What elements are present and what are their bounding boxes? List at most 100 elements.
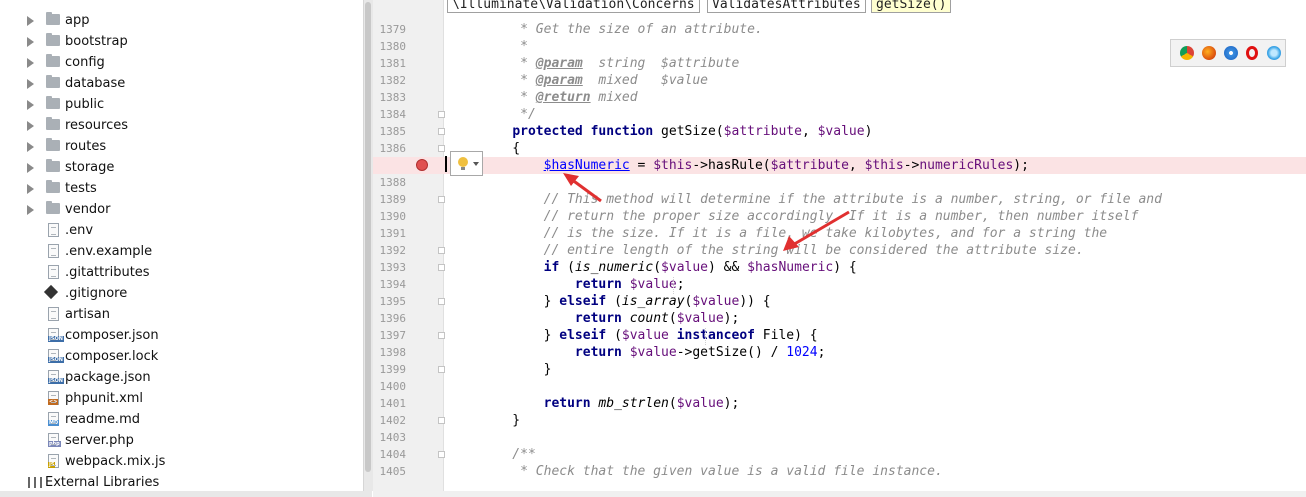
fold-marker-icon[interactable] (438, 111, 445, 118)
breadcrumb-namespace[interactable]: \Illuminate\Validation\Concerns (447, 0, 700, 13)
intention-actions-button[interactable] (445, 151, 483, 176)
line-number: 1392 (379, 244, 407, 257)
tree-file[interactable]: JSON package.json (0, 367, 362, 388)
tree-item-label: composer.lock (65, 349, 159, 364)
tree-file[interactable]: <> phpunit.xml (0, 388, 362, 409)
tree-item-label: phpunit.xml (65, 391, 144, 406)
tree-file[interactable]: .env (0, 220, 362, 241)
chevron-right-icon[interactable] (27, 37, 34, 47)
tree-item-label: routes (65, 139, 107, 154)
fold-marker-icon[interactable] (438, 145, 445, 152)
fold-marker-icon[interactable] (438, 417, 445, 424)
fold-marker-icon[interactable] (438, 332, 445, 339)
chevron-right-icon[interactable] (27, 16, 34, 26)
tree-file[interactable]: .gitignore (0, 283, 362, 304)
line-number: 1394 (379, 278, 407, 291)
tree-item-label: External Libraries (45, 475, 160, 490)
tree-item-label: config (65, 55, 105, 70)
tree-folder-public[interactable]: public (0, 94, 362, 115)
line-number: 1380 (379, 40, 407, 53)
tree-file[interactable]: JSON composer.lock (0, 346, 362, 367)
text-file-icon (48, 244, 59, 258)
code-line: } elseif ($value instanceof File) { (481, 328, 818, 343)
code-line: return mb_strlen($value); (543, 396, 740, 411)
line-number: 1395 (379, 295, 407, 308)
tree-file[interactable]: artisan (0, 304, 362, 325)
chevron-right-icon[interactable] (27, 205, 34, 215)
folder-icon (46, 138, 60, 151)
line-number: 1381 (379, 57, 407, 70)
tree-file[interactable]: JS webpack.mix.js (0, 451, 362, 472)
file-type-badge: php (48, 441, 61, 447)
chevron-right-icon[interactable] (27, 163, 34, 173)
lightbulb-icon (458, 157, 468, 170)
fold-marker-icon[interactable] (438, 128, 445, 135)
tree-file[interactable]: JSON composer.json (0, 325, 362, 346)
firefox-icon[interactable] (1202, 46, 1216, 60)
library-icon (28, 477, 42, 488)
file-type-badge: JSON (48, 357, 64, 363)
line-number: 1386 (379, 142, 407, 155)
tree-file[interactable]: .env.example (0, 241, 362, 262)
tree-folder-database[interactable]: database (0, 73, 362, 94)
tree-folder-config[interactable]: config (0, 52, 362, 73)
tree-folder-storage[interactable]: storage (0, 157, 362, 178)
breadcrumb-method[interactable]: getSize() (871, 0, 952, 13)
tree-folder-tests[interactable]: tests (0, 178, 362, 199)
tree-file[interactable]: .gitattributes (0, 262, 362, 283)
project-tree-scrollbar[interactable] (363, 0, 373, 491)
ie-icon[interactable] (1267, 46, 1281, 60)
tree-item-label: .gitattributes (65, 265, 150, 280)
tree-folder-app[interactable]: app (0, 10, 362, 31)
editor-gutter[interactable]: 1379138013811382138313841385138613871388… (373, 0, 445, 491)
code-line: $hasNumeric = $this->hasRule($attribute,… (543, 158, 1029, 173)
line-number: 1403 (379, 431, 407, 444)
json-file-icon: JSON (48, 370, 64, 384)
indent-guide (673, 277, 674, 294)
scrollbar-thumb[interactable] (365, 2, 371, 472)
project-tree: app bootstrap config database public resource… (0, 0, 362, 491)
tree-file[interactable]: php server.php (0, 430, 362, 451)
chevron-right-icon[interactable] (27, 184, 34, 194)
tree-item-label: vendor (65, 202, 111, 217)
chevron-right-icon[interactable] (27, 121, 34, 131)
fold-marker-icon[interactable] (438, 264, 445, 271)
tree-item-label: app (65, 13, 90, 28)
tree-folder-resources[interactable]: resources (0, 115, 362, 136)
chevron-right-icon[interactable] (27, 79, 34, 89)
tree-item-label: storage (65, 160, 115, 175)
code-editor[interactable]: 1379138013811382138313841385138613871388… (373, 0, 1306, 491)
fold-marker-icon[interactable] (438, 366, 445, 373)
folder-icon (46, 117, 60, 130)
tree-folder-bootstrap[interactable]: bootstrap (0, 31, 362, 52)
fold-marker-icon[interactable] (438, 196, 445, 203)
editor-hscrollbar[interactable] (373, 491, 1306, 497)
markdown-file-icon: MD (48, 412, 60, 426)
line-number: 1391 (379, 227, 407, 240)
text-file-icon (48, 223, 59, 237)
breakpoint-icon[interactable] (416, 159, 428, 171)
chrome-icon[interactable] (1180, 46, 1194, 60)
php-file-icon: php (48, 433, 61, 447)
browser-preview-icons (1170, 39, 1286, 67)
breadcrumb-trait[interactable]: ValidatesAttributes (707, 0, 866, 13)
tree-file[interactable]: MD readme.md (0, 409, 362, 430)
fold-marker-icon[interactable] (438, 451, 445, 458)
opera-icon[interactable] (1246, 46, 1258, 60)
code-line: * @param string $attribute (481, 56, 740, 71)
project-tree-hscrollbar[interactable] (0, 491, 372, 497)
tree-item-label: webpack.mix.js (65, 454, 166, 469)
fold-marker-icon[interactable] (438, 298, 445, 305)
code-line: /** (481, 447, 536, 462)
tree-folder-vendor[interactable]: vendor (0, 199, 362, 220)
text-file-icon (48, 307, 59, 321)
line-number: 1390 (379, 210, 407, 223)
safari-icon[interactable] (1224, 46, 1238, 60)
tree-folder-routes[interactable]: routes (0, 136, 362, 157)
line-number: 1399 (379, 363, 407, 376)
chevron-right-icon[interactable] (27, 58, 34, 68)
chevron-right-icon[interactable] (27, 142, 34, 152)
fold-marker-icon[interactable] (438, 247, 445, 254)
chevron-right-icon[interactable] (27, 100, 34, 110)
code-line: return count($value); (574, 311, 740, 326)
